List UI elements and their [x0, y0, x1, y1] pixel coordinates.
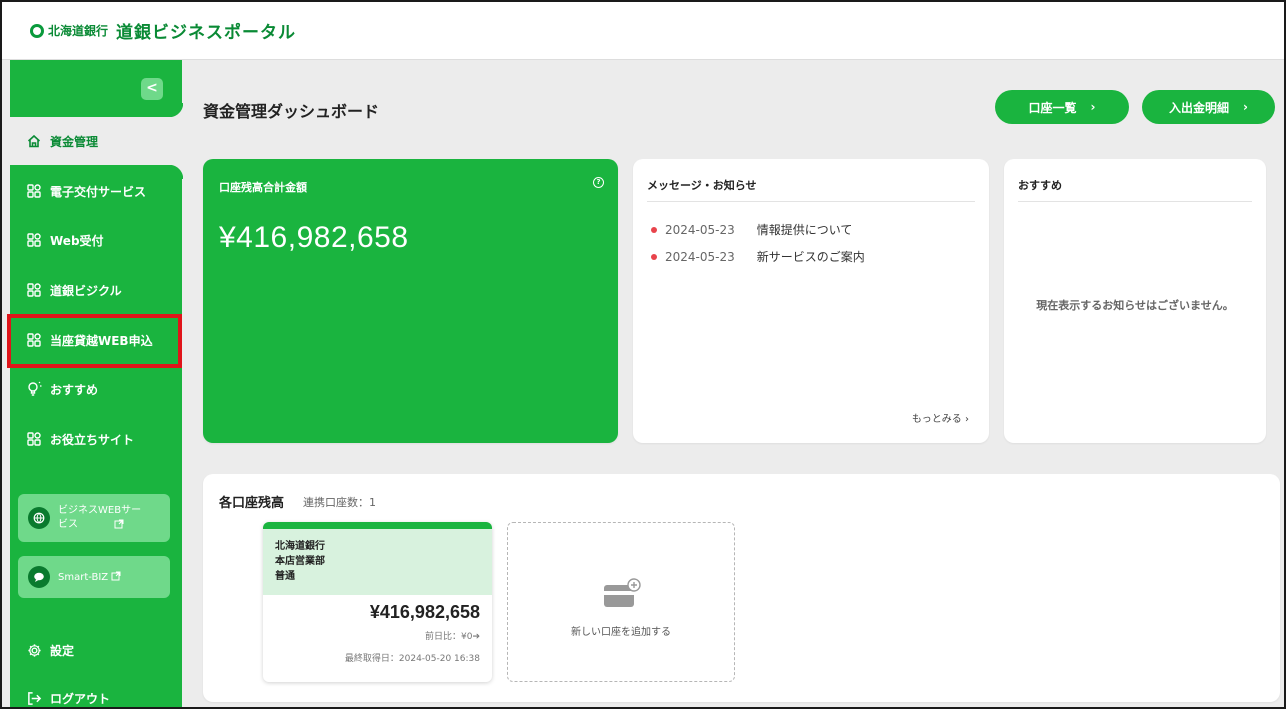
smart-biz-label: Smart-BIZ	[58, 571, 109, 583]
bank-name: 北海道銀行	[48, 24, 109, 38]
message-item[interactable]: 2024-05-23 情報提供について	[651, 221, 852, 238]
sidebar-item-e-delivery[interactable]: 電子交付サービス	[10, 167, 182, 215]
add-account-label: 新しい口座を追加する	[571, 627, 671, 638]
total-balance-amount: ¥416,982,658	[219, 221, 409, 254]
sidebar-item-label: 設定	[50, 643, 75, 658]
business-web-service-label: ビジネスWEBサービス	[58, 505, 142, 530]
account-card[interactable]: 北海道銀行 本店営業部 普通 ¥416,982,658 前日比：¥0➔ 最終取得…	[263, 522, 492, 682]
message-date: 2024-05-23	[665, 222, 735, 237]
sidebar-item-bizicle[interactable]: 道銀ビジクル	[10, 266, 182, 314]
home-icon	[26, 133, 42, 149]
statement-label: 入出金明細	[1169, 100, 1230, 115]
statement-button[interactable]: 入出金明細 ›	[1142, 90, 1275, 124]
add-card-icon	[602, 577, 642, 611]
chevron-right-icon: ›	[1243, 100, 1248, 114]
linked-account-count: 連携口座数：1	[303, 496, 376, 509]
sidebar-item-settings[interactable]: 設定	[10, 626, 182, 674]
account-type: 普通	[275, 571, 295, 582]
unread-dot-icon	[651, 226, 657, 233]
external-link-icon	[111, 571, 121, 584]
account-balances-title: 各口座残高	[219, 496, 285, 511]
sidebar-item-label: 資金管理	[50, 134, 99, 149]
top-header: 北海道銀行 道銀ビジネスポータル	[2, 2, 1284, 60]
help-icon[interactable]: ?	[593, 177, 604, 188]
account-branch: 本店営業部	[275, 556, 325, 567]
sidebar-item-logout[interactable]: ログアウト	[10, 674, 182, 707]
account-balance: ¥416,982,658	[369, 602, 480, 622]
grid-icon	[26, 183, 42, 199]
sidebar-item-web-reception[interactable]: Web受付	[10, 216, 182, 264]
account-day-diff: 前日比：¥0➔	[425, 632, 480, 642]
recommend-card: おすすめ 現在表示するお知らせはございません。	[1004, 159, 1266, 443]
messages-card: メッセージ・お知らせ 2024-05-23 情報提供について 2024-05-2…	[633, 159, 989, 443]
total-balance-card: 口座残高合計金額 ? ¥416,982,658	[203, 159, 618, 443]
sidebar-item-funds[interactable]: 資金管理	[10, 103, 183, 179]
sidebar-item-recommend[interactable]: おすすめ	[10, 365, 182, 413]
grid-icon	[26, 332, 42, 348]
account-bank: 北海道銀行	[275, 541, 325, 552]
message-item[interactable]: 2024-05-23 新サービスのご案内	[651, 248, 865, 265]
globe-icon	[28, 507, 50, 529]
message-title[interactable]: 新サービスのご案内	[757, 248, 865, 265]
sidebar-item-label: おすすめ	[50, 382, 99, 397]
add-account-card[interactable]: 新しい口座を追加する	[507, 522, 735, 682]
bank-logo-icon	[30, 23, 44, 38]
sidebar-item-label: Web受付	[50, 233, 104, 248]
sidebar-item-label: 当座貸越WEB申込	[50, 333, 153, 348]
sidebar: < 資金管理 電子交付サービス Web受付 道銀ビジクル 当座貸越WEB申込 お…	[10, 60, 183, 707]
account-list-button[interactable]: 口座一覧 ›	[995, 90, 1129, 124]
portal-name[interactable]: 道銀ビジネスポータル	[116, 18, 296, 43]
lightbulb-icon	[26, 381, 42, 397]
page-title: 資金管理ダッシュボード	[203, 102, 380, 121]
business-web-service-button[interactable]: ビジネスWEBサービス	[18, 494, 170, 542]
total-balance-title: 口座残高合計金額	[219, 181, 307, 194]
gear-icon	[26, 642, 42, 658]
app-frame: 北海道銀行 道銀ビジネスポータル < 資金管理 電子交付サービス Web受付 道…	[0, 0, 1286, 709]
account-balances-section: 各口座残高 連携口座数：1 北海道銀行 本店営業部 普通 ¥416,982,65…	[203, 474, 1280, 702]
chevron-right-icon: ›	[1090, 100, 1096, 114]
logout-icon	[26, 690, 42, 706]
smart-biz-button[interactable]: Smart-BIZ	[18, 556, 170, 598]
message-date: 2024-05-23	[665, 249, 735, 264]
unread-dot-icon	[651, 253, 657, 260]
recommend-title: おすすめ	[1018, 177, 1252, 202]
sidebar-item-label: 道銀ビジクル	[50, 283, 122, 298]
grid-icon	[26, 282, 42, 298]
message-title[interactable]: 情報提供について	[757, 221, 853, 238]
sidebar-collapse-button[interactable]: <	[141, 78, 163, 100]
more-messages-link[interactable]: もっとみる ›	[912, 410, 969, 425]
account-updated-time: 最終取得日：2024-05-20 16:38	[344, 654, 480, 664]
messages-title: メッセージ・お知らせ	[647, 177, 975, 202]
sidebar-item-useful-sites[interactable]: お役立ちサイト	[10, 415, 182, 463]
sidebar-item-label: お役立ちサイト	[50, 432, 135, 447]
grid-icon	[26, 431, 42, 447]
account-list-label: 口座一覧	[1028, 100, 1077, 115]
account-card-header: 北海道銀行 本店営業部 普通	[263, 522, 492, 595]
sidebar-item-label: ログアウト	[50, 691, 111, 706]
chat-icon	[28, 566, 50, 588]
grid-icon	[26, 232, 42, 248]
sidebar-item-label: 電子交付サービス	[50, 184, 147, 199]
external-link-icon	[114, 519, 124, 532]
recommend-empty-message: 現在表示するお知らせはございません。	[1036, 299, 1234, 312]
sidebar-item-overdraft-application[interactable]: 当座貸越WEB申込	[10, 316, 182, 364]
